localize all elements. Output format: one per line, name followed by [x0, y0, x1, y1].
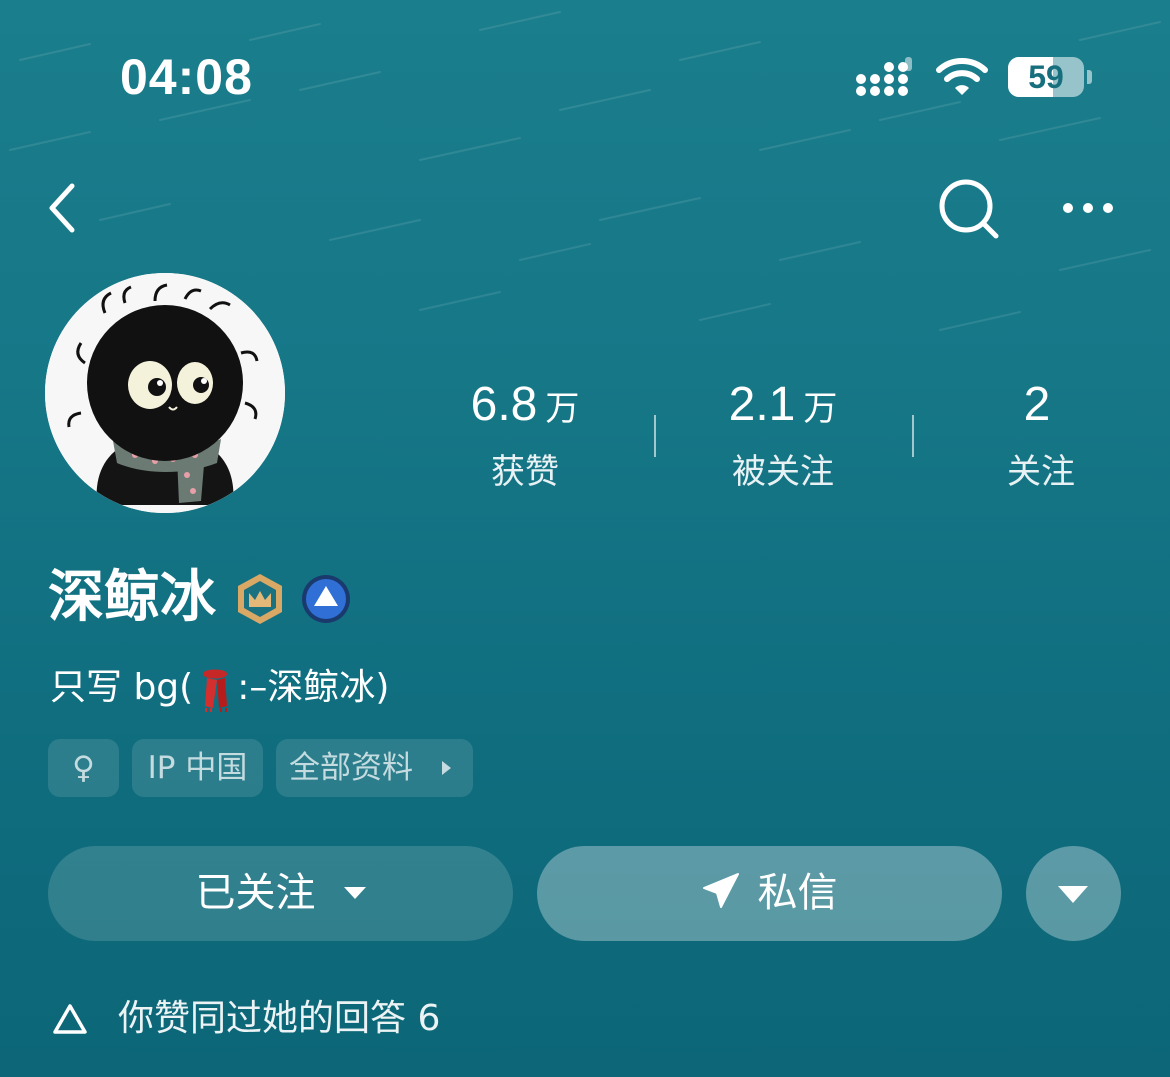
bio-text-end: :–深鲸冰): [237, 667, 390, 708]
message-button[interactable]: 私信: [537, 846, 1002, 941]
search-icon[interactable]: [936, 176, 1002, 242]
battery-percent: 59: [1028, 59, 1064, 95]
stat-followers-unit: 万: [803, 389, 838, 429]
upvote-info: 你赞同过她的回答 6: [118, 998, 441, 1039]
stat-following-number: 2: [1023, 378, 1051, 431]
followed-button[interactable]: 已关注: [48, 846, 513, 941]
bio: 只写 bg( :–深鲸冰): [50, 664, 389, 712]
avatar[interactable]: [45, 273, 285, 513]
message-button-label: 私信: [757, 870, 838, 916]
stat-followers-value: 2.1 万: [673, 376, 893, 438]
caret-down-icon: [343, 887, 366, 899]
stat-likes[interactable]: 6.8 万 获赞: [415, 376, 635, 493]
upvote-triangle-icon: [53, 1004, 87, 1034]
avatar-image: [45, 273, 285, 513]
stat-likes-label: 获赞: [491, 452, 559, 492]
stat-followers-label: 被关注: [732, 452, 834, 492]
stat-following-value: 2: [931, 376, 1151, 438]
more-icon[interactable]: [1058, 198, 1118, 218]
stat-likes-unit: 万: [545, 389, 580, 429]
crown-badge-icon[interactable]: [234, 572, 286, 626]
stat-followers[interactable]: 2.1 万 被关注: [673, 376, 893, 493]
stat-divider: [654, 415, 656, 457]
female-icon: ♀: [72, 750, 95, 786]
stat-likes-value: 6.8 万: [415, 376, 635, 438]
ip-location-tag: IP 中国: [132, 739, 263, 797]
scarf-emoji-icon: [203, 669, 228, 712]
profile-screen: 04:08 59 6.8 万 获赞 2.1 万 被关注 2 关注 深鲸冰 只写 …: [0, 0, 1170, 1077]
stat-divider: [912, 415, 914, 457]
wifi-icon: [936, 58, 988, 95]
battery-indicator: 59: [1008, 57, 1084, 97]
caret-down-icon: [1058, 886, 1088, 903]
chevron-right-icon: [442, 761, 451, 775]
bio-text-start: 只写 bg(: [50, 667, 194, 708]
stat-likes-number: 6.8: [470, 378, 538, 431]
username: 深鲸冰: [48, 565, 216, 630]
stat-followers-number: 2.1: [728, 378, 796, 431]
stat-following-label: 关注: [1007, 452, 1075, 492]
paper-plane-icon: [702, 873, 739, 908]
chevron-left-icon[interactable]: [40, 178, 90, 238]
full-profile-label: 全部资料: [289, 750, 413, 786]
cellular-signal-icon: [856, 57, 912, 96]
stat-following[interactable]: 2 关注: [931, 376, 1151, 493]
expand-button[interactable]: [1026, 846, 1121, 941]
full-profile-tag[interactable]: 全部资料: [276, 739, 473, 797]
up-arrow-badge-icon[interactable]: [300, 573, 352, 625]
gender-tag: ♀: [48, 739, 119, 797]
battery-cap: [1087, 70, 1092, 84]
followed-button-label: 已关注: [195, 870, 316, 916]
status-time: 04:08: [120, 49, 253, 105]
